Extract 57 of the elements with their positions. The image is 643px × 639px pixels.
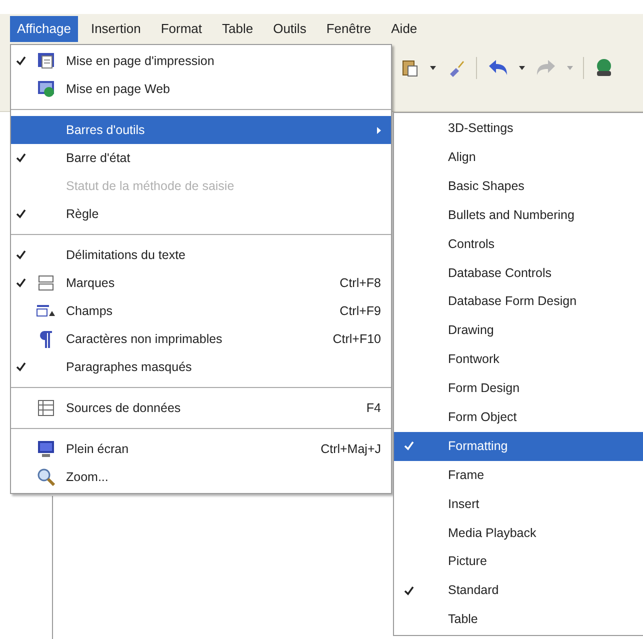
menu-item[interactable]: Sources de données F4 xyxy=(11,394,391,422)
menu-item[interactable]: Database Form Design xyxy=(394,287,643,316)
menu-item[interactable]: Plein écran Ctrl+Maj+J xyxy=(11,435,391,463)
menu-item[interactable]: Insert xyxy=(394,490,643,518)
table-grid-icon xyxy=(37,399,55,417)
menu-item[interactable]: Table xyxy=(215,16,260,42)
menu-item[interactable]: Paragraphes masqués xyxy=(11,353,391,381)
menu-item[interactable]: Zoom... xyxy=(11,463,391,491)
menu-item[interactable]: Affichage xyxy=(10,16,78,42)
menu-item[interactable]: Aide xyxy=(384,16,424,42)
shortcut-label: Ctrl+Maj+J xyxy=(320,440,381,458)
menu-item[interactable]: Marques Ctrl+F8 xyxy=(11,269,391,297)
menu-item[interactable]: 3D-Settings xyxy=(394,114,643,143)
monitor-globe-icon xyxy=(37,80,55,98)
magnifier-icon xyxy=(37,468,55,486)
menu-item[interactable]: Formatting xyxy=(394,432,643,461)
menu-item[interactable]: Mise en page Web xyxy=(11,75,391,103)
pilcrow-icon xyxy=(39,330,53,348)
globe-icon[interactable] xyxy=(594,58,614,78)
fields-icon xyxy=(36,304,56,318)
shortcut-label: Ctrl+F8 xyxy=(340,274,381,292)
paste-icon[interactable] xyxy=(400,58,420,78)
undo-icon[interactable] xyxy=(487,58,509,76)
menu-item[interactable]: Caractères non imprimables Ctrl+F10 xyxy=(11,325,391,353)
menu-item[interactable]: Barre d'état xyxy=(11,144,391,172)
menu-item[interactable]: Standard xyxy=(394,576,643,606)
print-layout-icon xyxy=(37,52,55,70)
menu-item[interactable]: Règle xyxy=(11,200,391,228)
menu-item[interactable]: Basic Shapes xyxy=(394,172,643,201)
menu-item[interactable]: Insertion xyxy=(84,16,148,42)
menu-item[interactable]: Fenêtre xyxy=(319,16,378,42)
shortcut-label: Ctrl+F9 xyxy=(340,302,381,320)
menu-item[interactable]: Controls xyxy=(394,230,643,258)
menu-item[interactable]: Format xyxy=(154,16,210,42)
menu-item[interactable]: Frame xyxy=(394,460,643,490)
dropdown-arrow-icon[interactable] xyxy=(519,66,525,70)
menu-item[interactable]: Délimitations du texte xyxy=(11,241,391,269)
marks-icon xyxy=(37,274,55,292)
menu-item[interactable]: Form Object xyxy=(394,402,643,432)
shortcut-label: Ctrl+F10 xyxy=(332,330,381,348)
menu-item[interactable]: Champs Ctrl+F9 xyxy=(11,297,391,325)
menu-item[interactable]: Form Design xyxy=(394,374,643,403)
menu-item[interactable]: Fontwork xyxy=(394,345,643,374)
menu-item[interactable]: Mise en page d'impression xyxy=(11,47,391,75)
menu-item[interactable]: Media Playback xyxy=(394,518,643,548)
menu-item[interactable]: Bullets and Numbering xyxy=(394,200,643,230)
menu-item[interactable]: Barres d'outils xyxy=(11,116,391,144)
menu-item[interactable]: Outils xyxy=(266,16,314,42)
menu-item[interactable]: Drawing xyxy=(394,316,643,346)
menu-item[interactable]: Align xyxy=(394,142,643,172)
shortcut-label: F4 xyxy=(366,400,381,417)
submenu-arrow-icon xyxy=(377,126,381,134)
menu-item[interactable]: Picture xyxy=(394,547,643,576)
menu-item[interactable]: Table xyxy=(394,605,643,634)
dropdown-arrow-icon[interactable] xyxy=(430,66,436,70)
menu-item[interactable]: Database Controls xyxy=(394,258,643,288)
monitor-icon xyxy=(37,440,55,458)
